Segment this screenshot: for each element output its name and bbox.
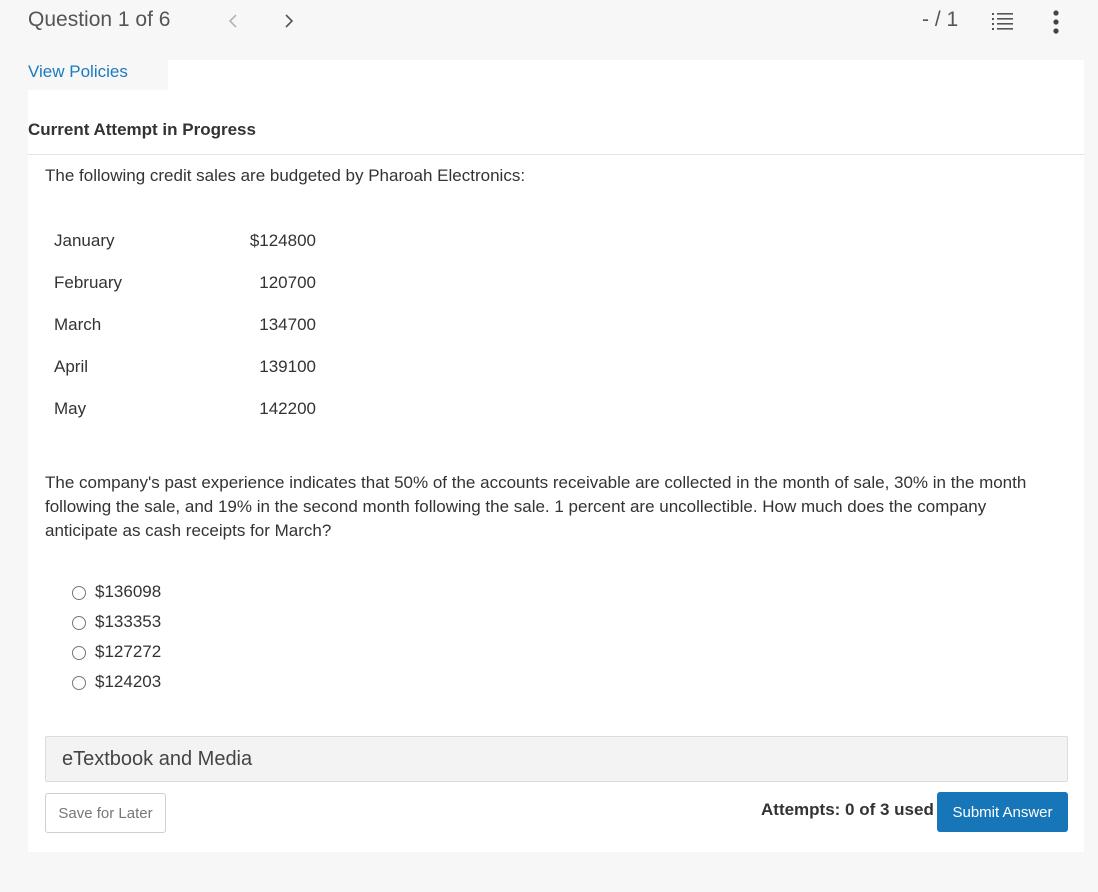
- etextbook-media-toggle[interactable]: eTextbook and Media: [45, 736, 1068, 782]
- table-row: February 120700: [54, 262, 316, 304]
- top-bar: Question 1 of 6 - / 1: [0, 0, 1098, 44]
- answer-option[interactable]: $124203: [72, 667, 161, 697]
- table-row: January $124800: [54, 220, 316, 262]
- save-for-later-button[interactable]: Save for Later: [45, 793, 166, 833]
- answer-options: $136098 $133353 $127272 $124203: [72, 577, 161, 697]
- month-cell: February: [54, 273, 123, 292]
- table-row: May 142200: [54, 388, 316, 430]
- answer-option[interactable]: $136098: [72, 577, 161, 607]
- month-cell: March: [54, 315, 102, 334]
- answer-option[interactable]: $127272: [72, 637, 161, 667]
- radio-button[interactable]: [72, 645, 86, 660]
- amount-cell: $124800: [249, 231, 316, 250]
- chevron-right-icon: [285, 14, 294, 28]
- table-row: March 134700: [54, 304, 316, 346]
- list-icon: [992, 13, 1013, 30]
- more-vertical-icon: [1053, 10, 1059, 34]
- attempt-heading: Current Attempt in Progress: [28, 120, 256, 139]
- question-intro: The following credit sales are budgeted …: [45, 166, 526, 185]
- view-policies-link[interactable]: View Policies: [28, 62, 132, 82]
- month-cell: May: [54, 399, 87, 418]
- radio-button[interactable]: [72, 675, 86, 690]
- month-cell: January: [54, 231, 115, 250]
- answer-option-label: $136098: [95, 582, 162, 601]
- question-panel: View Policies Current Attempt in Progres…: [28, 60, 1084, 852]
- answer-option[interactable]: $133353: [72, 607, 161, 637]
- more-options-button[interactable]: [1048, 8, 1064, 36]
- amount-cell: 139100: [259, 357, 316, 376]
- radio-button[interactable]: [72, 615, 86, 630]
- previous-question-button[interactable]: [222, 8, 244, 34]
- question-text: The company's past experience indicates …: [45, 473, 1027, 540]
- attempts-counter: Attempts: 0 of 3 used: [761, 800, 934, 819]
- answer-option-label: $127272: [95, 642, 162, 661]
- amount-cell: 134700: [259, 315, 316, 334]
- table-row: April 139100: [54, 346, 316, 388]
- next-question-button[interactable]: [278, 8, 300, 34]
- chevron-left-icon: [228, 14, 237, 28]
- submit-answer-button[interactable]: Submit Answer: [937, 792, 1068, 832]
- sales-table: January $124800 February 120700 March 13…: [54, 220, 316, 430]
- radio-button[interactable]: [72, 585, 86, 600]
- answer-option-label: $133353: [95, 612, 162, 631]
- amount-cell: 142200: [259, 399, 316, 418]
- month-cell: April: [54, 357, 89, 376]
- question-score: - / 1: [922, 8, 959, 31]
- divider: [28, 154, 1084, 155]
- amount-cell: 120700: [259, 273, 316, 292]
- question-counter: Question 1 of 6: [28, 8, 171, 31]
- answer-option-label: $124203: [95, 672, 162, 691]
- question-list-button[interactable]: [990, 10, 1016, 34]
